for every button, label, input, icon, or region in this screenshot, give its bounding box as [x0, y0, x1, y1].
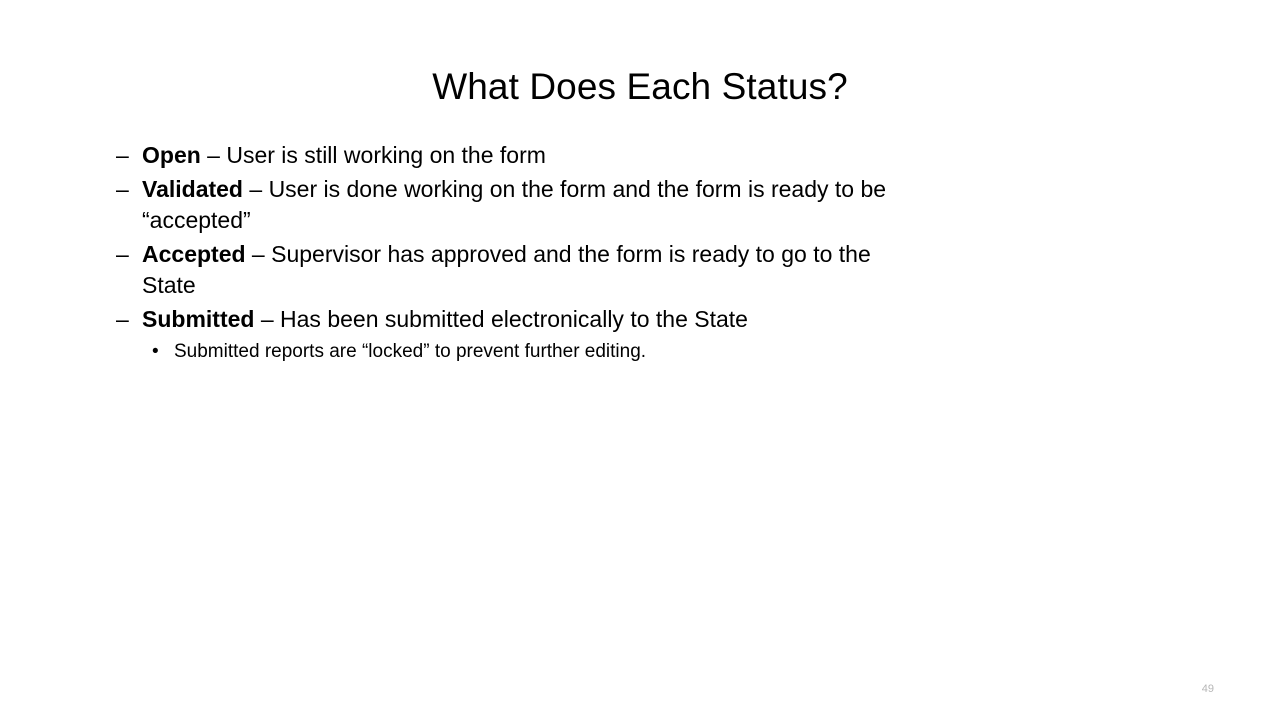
list-item: – Validated – User is done working on the…: [116, 174, 906, 236]
page-title: What Does Each Status?: [432, 66, 848, 107]
status-list: – Open – User is still working on the for…: [116, 140, 906, 365]
status-description: Has been submitted electronically to the…: [280, 306, 748, 332]
term-separator: –: [200, 142, 227, 168]
status-term: Open: [142, 142, 201, 168]
slide: What Does Each Status? – Open – User is s…: [0, 0, 1280, 720]
dot-bullet-icon: •: [152, 341, 159, 362]
term-separator: –: [242, 176, 269, 202]
dash-bullet-icon: –: [116, 241, 129, 267]
dash-bullet-icon: –: [116, 306, 129, 332]
sub-list-item-text: Submitted reports are “locked” to preven…: [174, 341, 647, 362]
list-item: – Accepted – Supervisor has approved and …: [116, 239, 906, 301]
status-term: Submitted: [142, 306, 255, 332]
sub-list-item: • Submitted reports are “locked” to preve…: [152, 338, 906, 365]
status-description: User is still working on the form: [226, 142, 546, 168]
list-item: – Submitted – Has been submitted electron…: [116, 304, 906, 335]
term-separator: –: [254, 306, 281, 332]
term-separator: –: [245, 241, 272, 267]
dash-bullet-icon: –: [116, 176, 129, 202]
status-term: Accepted: [142, 241, 246, 267]
list-item: – Open – User is still working on the for…: [116, 140, 906, 171]
page-number: 49: [1201, 683, 1214, 695]
status-term: Validated: [142, 176, 243, 202]
dash-bullet-icon: –: [116, 142, 129, 168]
